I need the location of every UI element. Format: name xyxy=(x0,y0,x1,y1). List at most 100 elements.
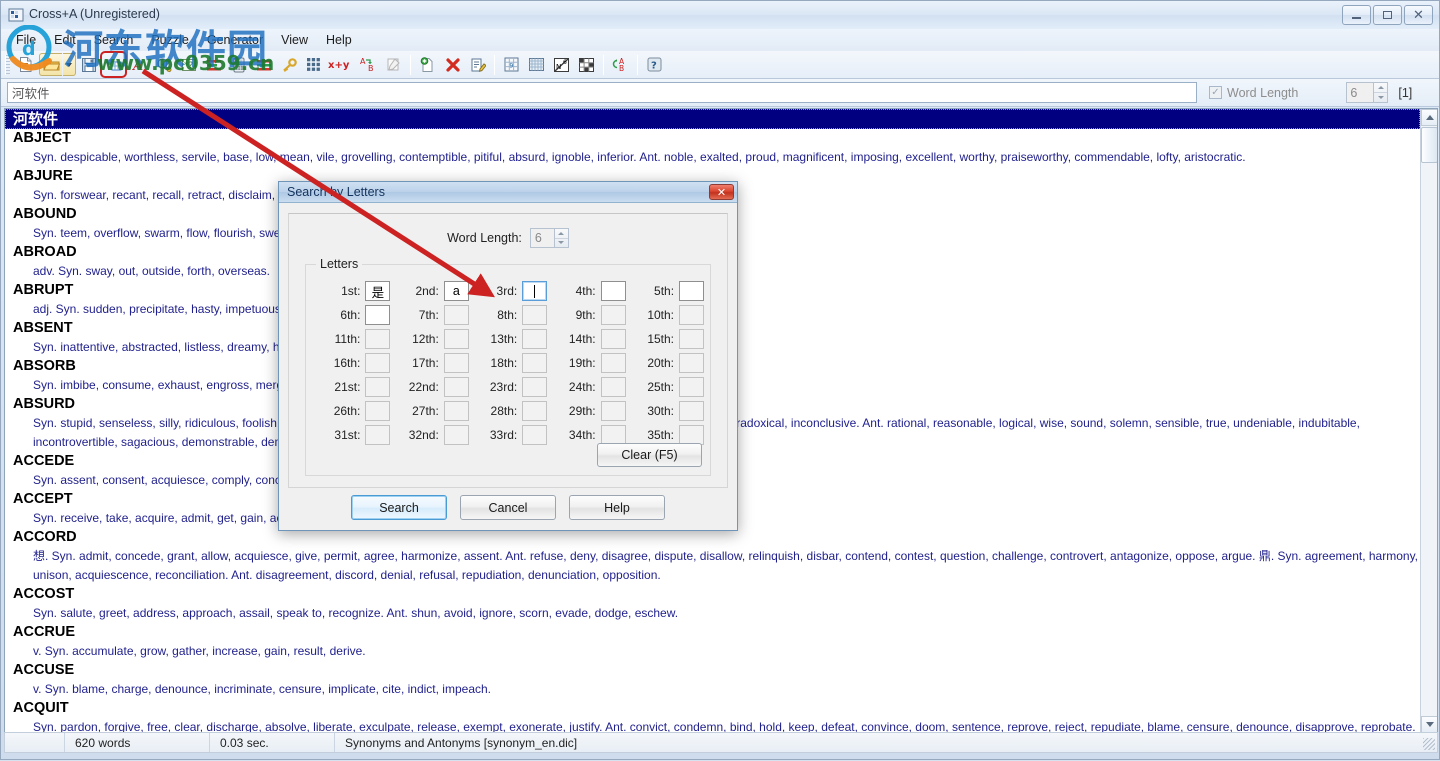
wildcard-search-icon[interactable]: *? xyxy=(177,53,200,76)
add-word-icon[interactable] xyxy=(416,53,439,76)
grid-insert-icon[interactable] xyxy=(100,51,127,78)
open-folder-dropdown[interactable] xyxy=(63,53,76,76)
delete-word-icon[interactable] xyxy=(441,53,464,76)
menu-item-generator[interactable]: Generator xyxy=(198,31,272,49)
letter-input-3[interactable] xyxy=(522,281,548,301)
fillin-grid-icon[interactable] xyxy=(575,53,598,76)
letter-field-label: 15th: xyxy=(647,332,675,346)
scroll-down-button[interactable] xyxy=(1421,716,1437,733)
letter-field-cell: 21st: xyxy=(312,377,391,397)
sudoku-icon[interactable]: 9 xyxy=(500,53,523,76)
dialog-spin-down-button[interactable] xyxy=(554,237,568,248)
menu-item-file[interactable]: File xyxy=(7,31,45,49)
anagram-icon[interactable] xyxy=(202,53,225,76)
letter-input-32 xyxy=(443,425,469,445)
spin-up-button[interactable] xyxy=(1374,83,1387,92)
letter-input-35 xyxy=(679,425,705,445)
dialog-word-length-row: Word Length: 6 xyxy=(289,228,727,248)
letter-field-label: 16th: xyxy=(333,356,361,370)
cancel-button[interactable]: Cancel xyxy=(460,495,556,520)
letter-field-cell: 29th: xyxy=(547,401,626,421)
letter-field-label: 34th: xyxy=(568,428,596,442)
minimize-button[interactable] xyxy=(1342,5,1371,25)
phone-keypad-icon[interactable] xyxy=(227,53,250,76)
dialog-title-bar[interactable]: Search by Letters ✕ xyxy=(279,182,737,203)
pencil-notepad-icon[interactable] xyxy=(382,53,405,76)
word-length-value[interactable]: 6 xyxy=(1346,82,1375,103)
letter-input-22 xyxy=(443,377,469,397)
letter-input-5[interactable] xyxy=(679,281,705,301)
cipher-ab-icon[interactable]: AB xyxy=(609,53,632,76)
help-question-icon[interactable]: ? xyxy=(643,53,666,76)
toolbar-grip[interactable] xyxy=(5,54,10,75)
letter-input-4[interactable] xyxy=(600,281,626,301)
crossword-grid-icon[interactable] xyxy=(525,53,548,76)
letter-input-6[interactable] xyxy=(365,305,391,325)
list-item[interactable]: ACCRUE xyxy=(5,623,1420,642)
letter-input-28 xyxy=(522,401,548,421)
edit-word-icon[interactable] xyxy=(466,53,489,76)
letter-field-cell: 6th: xyxy=(312,305,391,325)
text-caret xyxy=(534,284,536,298)
word-length-checkbox[interactable]: ✓ xyxy=(1209,86,1222,99)
menu-item-search[interactable]: Search xyxy=(85,31,143,49)
spin-down-button[interactable] xyxy=(1374,92,1388,102)
dialog-word-length-stepper[interactable]: 6 xyxy=(529,228,569,248)
new-document-icon[interactable] xyxy=(14,53,37,76)
menu-item-view[interactable]: View xyxy=(272,31,317,49)
search-magnifier-icon[interactable] xyxy=(152,53,175,76)
letter-input-1[interactable]: 是 xyxy=(365,281,391,301)
menu-item-puzzle[interactable]: Puzzle xyxy=(142,31,198,49)
search-button[interactable]: Search xyxy=(351,495,447,520)
resize-grip[interactable] xyxy=(1423,738,1435,750)
dialog-word-length-value[interactable]: 6 xyxy=(529,228,555,248)
letter-field-label: 2nd: xyxy=(415,284,439,298)
dialog-close-button[interactable]: ✕ xyxy=(709,184,734,200)
letter-field-label: 8th: xyxy=(497,308,518,322)
nonogram-icon[interactable]: N6 xyxy=(550,53,573,76)
help-button[interactable]: Help xyxy=(569,495,665,520)
close-button[interactable]: ✕ xyxy=(1404,5,1433,25)
dialog-spin-buttons[interactable] xyxy=(554,228,569,248)
ab-convert-icon[interactable]: AB xyxy=(357,53,380,76)
list-item[interactable]: ACCUSE xyxy=(5,661,1420,680)
word-length-stepper[interactable]: 6 xyxy=(1346,82,1389,103)
save-icon[interactable] xyxy=(77,53,100,76)
word-length-spin-buttons[interactable] xyxy=(1374,82,1389,103)
list-item[interactable]: ABJECT xyxy=(5,129,1420,148)
dialog-spin-up-button[interactable] xyxy=(555,229,568,238)
key-icon[interactable] xyxy=(277,53,300,76)
letter-field-cell: 28th: xyxy=(469,401,548,421)
list-item[interactable]: ACQUIT xyxy=(5,699,1420,718)
letter-field-cell: 4th: xyxy=(547,281,626,301)
letter-field-cell: 1st: 是 xyxy=(312,281,391,301)
letter-field-label: 7th: xyxy=(418,308,439,322)
xy-icon[interactable]: x+y xyxy=(327,53,355,76)
sort-icon[interactable] xyxy=(252,53,275,76)
letter-input-2[interactable]: a xyxy=(443,281,469,301)
letter-field-cell: 35th: xyxy=(626,425,705,445)
letter-input-10 xyxy=(679,305,705,325)
list-item[interactable]: ACCOST xyxy=(5,585,1420,604)
maximize-button[interactable] xyxy=(1373,5,1402,25)
letter-field-cell: 8th: xyxy=(469,305,548,325)
letter-field-label: 3rd: xyxy=(496,284,518,298)
red-a-icon[interactable]: A xyxy=(127,53,150,76)
list-item-selected[interactable]: 河软件 xyxy=(5,109,1420,129)
letter-input-26 xyxy=(365,401,391,421)
menu-item-help[interactable]: Help xyxy=(317,31,361,49)
letter-field-cell: 34th: xyxy=(547,425,626,445)
search-input[interactable] xyxy=(7,82,1197,103)
menu-item-edit[interactable]: Edit xyxy=(45,31,85,49)
letter-input-13 xyxy=(522,329,548,349)
scrollbar-thumb[interactable] xyxy=(1421,127,1437,163)
open-folder-icon[interactable] xyxy=(39,53,62,76)
letter-field-label: 26th: xyxy=(333,404,361,418)
grid-blocks-icon[interactable] xyxy=(302,53,325,76)
scroll-up-button[interactable] xyxy=(1421,109,1437,126)
letter-field-label: 29th: xyxy=(568,404,596,418)
vertical-scrollbar[interactable] xyxy=(1420,109,1437,733)
clear-button[interactable]: Clear (F5) xyxy=(597,443,702,467)
letter-field-label: 22nd: xyxy=(408,380,439,394)
letters-fieldset: Letters 1st: 是 2nd: a 3rd: 4th: 5th: 6th: 7th: 8t… xyxy=(305,257,711,476)
